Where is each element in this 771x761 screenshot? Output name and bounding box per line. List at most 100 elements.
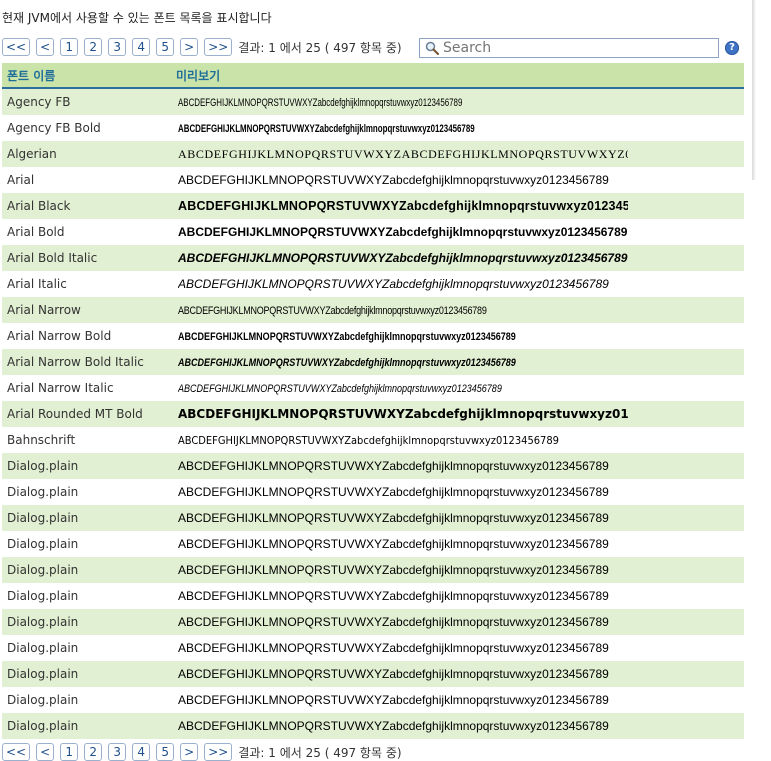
font-preview-cell: ABCDEFGHIJKLMNOPQRSTUVWXYZabcdefghijklmn…	[178, 667, 609, 681]
next-page-button[interactable]: >	[180, 38, 199, 56]
column-header-preview[interactable]: 미리보기	[172, 67, 220, 84]
table-row[interactable]: Dialog.plain ABCDEFGHIJKLMNOPQRSTUVWXYZab…	[2, 635, 744, 661]
search-box[interactable]	[419, 38, 719, 58]
table-row[interactable]: Dialog.plain ABCDEFGHIJKLMNOPQRSTUVWXYZab…	[2, 531, 744, 557]
font-preview-cell-wrap: ABCDEFGHIJKLMNOPQRSTUVWXYZabcdefghijklmn…	[178, 537, 628, 551]
table-row[interactable]: Algerian ABCDEFGHIJKLMNOPQRSTUVWXYZABCDEF…	[2, 141, 744, 167]
search-input[interactable]	[443, 40, 703, 56]
table-row[interactable]: Dialog.plain ABCDEFGHIJKLMNOPQRSTUVWXYZab…	[2, 687, 744, 713]
next-page-button[interactable]: >	[180, 743, 199, 761]
help-icon[interactable]: ?	[725, 41, 739, 55]
table-row[interactable]: Dialog.plain ABCDEFGHIJKLMNOPQRSTUVWXYZab…	[2, 609, 744, 635]
table-row[interactable]: Dialog.plain ABCDEFGHIJKLMNOPQRSTUVWXYZab…	[2, 479, 744, 505]
page-description: 현재 JVM에서 사용할 수 있는 폰트 목록을 표시합니다	[2, 11, 272, 25]
font-name-cell: Dialog.plain	[7, 563, 79, 577]
font-preview-cell-wrap: ABCDEFGHIJKLMNOPQRSTUVWXYZabcdefghijklmn…	[178, 615, 628, 629]
page-4-button[interactable]: 4	[132, 743, 151, 761]
font-preview-cell: ABCDEFGHIJKLMNOPQRSTUVWXYZabcdefghijklmn…	[178, 199, 628, 213]
page-3-button[interactable]: 3	[108, 743, 127, 761]
pager-info: 결과: 1 에서 25 ( 497 항목 중)	[238, 40, 402, 55]
table-row[interactable]: Bahnschrift ABCDEFGHIJKLMNOPQRSTUVWXYZabc…	[2, 427, 744, 453]
last-page-button[interactable]: >>	[204, 38, 233, 56]
column-header-font-name[interactable]: 폰트 이름	[2, 67, 172, 84]
font-preview-cell-wrap: ABCDEFGHIJKLMNOPQRSTUVWXYZabcdefghijklmn…	[178, 407, 628, 421]
font-name-cell: Dialog.plain	[7, 693, 79, 707]
prev-page-button[interactable]: <	[36, 38, 55, 56]
font-preview-cell: ABCDEFGHIJKLMNOPQRSTUVWXYZabcdefghijklmn…	[178, 251, 628, 265]
table-row[interactable]: Arial Narrow ABCDEFGHIJKLMNOPQRSTUVWXYZab…	[2, 297, 744, 323]
table-row[interactable]: Arial Bold ABCDEFGHIJKLMNOPQRSTUVWXYZabcd…	[2, 219, 744, 245]
font-preview-cell: ABCDEFGHIJKLMNOPQRSTUVWXYZabcdefghijklmn…	[178, 173, 609, 187]
page-1-button[interactable]: 1	[60, 743, 79, 761]
font-preview-cell-wrap: ABCDEFGHIJKLMNOPQRSTUVWXYZabcdefghijklmn…	[178, 381, 628, 395]
page-4-button[interactable]: 4	[132, 38, 151, 56]
font-preview-cell: ABCDEFGHIJKLMNOPQRSTUVWXYZabcdefghijklmn…	[178, 563, 609, 577]
font-preview-cell: ABCDEFGHIJKLMNOPQRSTUVWXYZabcdefghijklmn…	[178, 641, 609, 655]
table-row[interactable]: Arial Bold Italic ABCDEFGHIJKLMNOPQRSTUVW…	[2, 245, 744, 271]
page-2-button[interactable]: 2	[84, 743, 103, 761]
font-table: 폰트 이름 미리보기 Agency FB ABCDEFGHIJKLMNOPQRST…	[2, 63, 744, 739]
table-row[interactable]: Dialog.plain ABCDEFGHIJKLMNOPQRSTUVWXYZab…	[2, 661, 744, 687]
prev-page-button[interactable]: <	[36, 743, 55, 761]
font-preview-cell-wrap: ABCDEFGHIJKLMNOPQRSTUVWXYZabcdefghijklmn…	[178, 225, 628, 239]
font-preview-cell: ABCDEFGHIJKLMNOPQRSTUVWXYZabcdefghijklmn…	[178, 434, 559, 447]
first-page-button[interactable]: <<	[2, 743, 31, 761]
font-preview-cell-wrap: ABCDEFGHIJKLMNOPQRSTUVWXYZabcdefghijklmn…	[178, 511, 628, 525]
table-row[interactable]: Dialog.plain ABCDEFGHIJKLMNOPQRSTUVWXYZab…	[2, 505, 744, 531]
font-name-cell: Dialog.plain	[7, 615, 79, 629]
font-name-cell: Dialog.plain	[7, 537, 79, 551]
font-name-cell: Algerian	[7, 147, 57, 161]
pager-top: << < 1 2 3 4 5 > >> 결과: 1 에서 25 ( 497 항목…	[2, 38, 402, 56]
page-5-button[interactable]: 5	[156, 743, 175, 761]
font-preview-cell-wrap: ABCDEFGHIJKLMNOPQRSTUVWXYZabcdefghijklmn…	[178, 641, 628, 655]
font-name-cell: Dialog.plain	[7, 511, 79, 525]
font-name-cell: Dialog.plain	[7, 667, 79, 681]
font-name-cell: Arial Narrow Italic	[7, 381, 114, 395]
table-row[interactable]: Arial Black ABCDEFGHIJKLMNOPQRSTUVWXYZabc…	[2, 193, 744, 219]
font-name-cell: Agency FB	[7, 95, 71, 109]
font-preview-cell-wrap: ABCDEFGHIJKLMNOPQRSTUVWXYZABCDEFGHIJKLMN…	[178, 147, 628, 162]
table-header: 폰트 이름 미리보기	[2, 63, 744, 89]
table-row[interactable]: Arial Narrow Bold Italic ABCDEFGHIJKLMNOP…	[2, 349, 744, 375]
table-row[interactable]: Arial Rounded MT Bold ABCDEFGHIJKLMNOPQRS…	[2, 401, 744, 427]
table-row[interactable]: Dialog.plain ABCDEFGHIJKLMNOPQRSTUVWXYZab…	[2, 583, 744, 609]
font-preview-cell-wrap: ABCDEFGHIJKLMNOPQRSTUVWXYZabcdefghijklmn…	[178, 95, 628, 109]
table-row[interactable]: Agency FB Bold ABCDEFGHIJKLMNOPQRSTUVWXYZ…	[2, 115, 744, 141]
page-3-button[interactable]: 3	[108, 38, 127, 56]
table-row[interactable]: Agency FB ABCDEFGHIJKLMNOPQRSTUVWXYZabcde…	[2, 89, 744, 115]
font-preview-cell-wrap: ABCDEFGHIJKLMNOPQRSTUVWXYZabcdefghijklmn…	[178, 355, 628, 369]
page-2-button[interactable]: 2	[84, 38, 103, 56]
table-row[interactable]: Dialog.plain ABCDEFGHIJKLMNOPQRSTUVWXYZab…	[2, 557, 744, 583]
font-preview-cell-wrap: ABCDEFGHIJKLMNOPQRSTUVWXYZabcdefghijklmn…	[178, 251, 628, 265]
font-preview-cell: ABCDEFGHIJKLMNOPQRSTUVWXYZabcdefghijklmn…	[178, 537, 609, 551]
font-preview-cell-wrap: ABCDEFGHIJKLMNOPQRSTUVWXYZabcdefghijklmn…	[178, 433, 628, 447]
table-row[interactable]: Arial ABCDEFGHIJKLMNOPQRSTUVWXYZabcdefghi…	[2, 167, 744, 193]
font-name-cell: Arial Bold	[7, 225, 65, 239]
font-preview-cell: ABCDEFGHIJKLMNOPQRSTUVWXYZabcdefghijklmn…	[178, 331, 516, 343]
font-preview-cell-wrap: ABCDEFGHIJKLMNOPQRSTUVWXYZabcdefghijklmn…	[178, 693, 628, 707]
first-page-button[interactable]: <<	[2, 38, 31, 56]
font-preview-cell-wrap: ABCDEFGHIJKLMNOPQRSTUVWXYZabcdefghijklmn…	[178, 563, 628, 577]
font-name-cell: Dialog.plain	[7, 641, 79, 655]
font-name-cell: Dialog.plain	[7, 459, 79, 473]
scroll-shadow	[752, 0, 756, 180]
last-page-button[interactable]: >>	[204, 743, 233, 761]
table-row[interactable]: Arial Narrow Italic ABCDEFGHIJKLMNOPQRSTU…	[2, 375, 744, 401]
page-5-button[interactable]: 5	[156, 38, 175, 56]
table-row[interactable]: Dialog.plain ABCDEFGHIJKLMNOPQRSTUVWXYZab…	[2, 453, 744, 479]
table-row[interactable]: Arial Narrow Bold ABCDEFGHIJKLMNOPQRSTUVW…	[2, 323, 744, 349]
font-preview-cell: ABCDEFGHIJKLMNOPQRSTUVWXYZabcdefghijklmn…	[178, 277, 609, 291]
font-preview-cell: ABCDEFGHIJKLMNOPQRSTUVWXYZabcdefghijklmn…	[178, 383, 502, 395]
font-preview-cell-wrap: ABCDEFGHIJKLMNOPQRSTUVWXYZabcdefghijklmn…	[178, 667, 628, 681]
font-preview-cell: ABCDEFGHIJKLMNOPQRSTUVWXYZabcdefghijklmn…	[178, 485, 609, 499]
font-preview-cell-wrap: ABCDEFGHIJKLMNOPQRSTUVWXYZabcdefghijklmn…	[178, 277, 628, 291]
font-name-cell: Arial Black	[7, 199, 71, 213]
table-row[interactable]: Dialog.plain ABCDEFGHIJKLMNOPQRSTUVWXYZab…	[2, 713, 744, 739]
page-1-button[interactable]: 1	[60, 38, 79, 56]
font-name-cell: Arial Bold Italic	[7, 251, 98, 265]
font-preview-cell-wrap: ABCDEFGHIJKLMNOPQRSTUVWXYZabcdefghijklmn…	[178, 329, 628, 343]
font-preview-cell-wrap: ABCDEFGHIJKLMNOPQRSTUVWXYZabcdefghijklmn…	[178, 121, 628, 135]
font-name-cell: Dialog.plain	[7, 719, 79, 733]
table-row[interactable]: Arial Italic ABCDEFGHIJKLMNOPQRSTUVWXYZab…	[2, 271, 744, 297]
font-preview-cell: ABCDEFGHIJKLMNOPQRSTUVWXYZabcdefghijklmn…	[178, 719, 609, 733]
